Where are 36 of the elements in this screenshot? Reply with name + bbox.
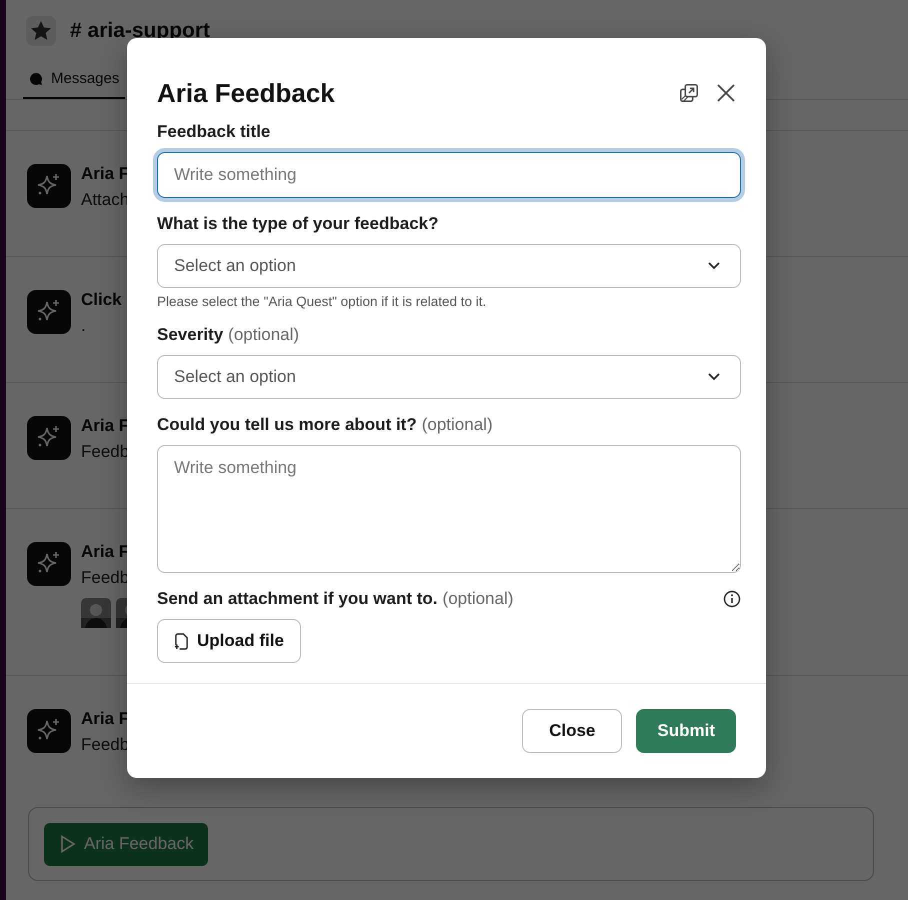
optional-label: (optional) [422, 415, 494, 435]
play-icon [60, 835, 76, 853]
channel-icon [26, 16, 56, 46]
close-button[interactable]: Close [522, 709, 622, 753]
optional-label: (optional) [228, 325, 300, 345]
sender-name: Click [81, 290, 122, 310]
select-dropdown[interactable]: Select an option [157, 244, 741, 288]
details-text-area[interactable]: Write something [157, 445, 741, 573]
message-text: . [81, 316, 87, 336]
title-input-field[interactable]: Write something [157, 152, 741, 198]
channel-name: # aria-support [70, 19, 210, 43]
file-upload-icon [174, 632, 189, 650]
pop-out-icon[interactable] [678, 82, 700, 104]
select-dropdown[interactable]: Select an option [157, 355, 741, 399]
field-label: Could you tell us more about it? [157, 415, 417, 435]
chevron-down-icon [708, 262, 720, 270]
messages-tab[interactable]: Messages [23, 62, 126, 99]
message-text: Attach [81, 190, 130, 210]
info-icon[interactable] [723, 590, 741, 608]
sparkle-app-icon [27, 164, 71, 208]
close-icon[interactable] [716, 83, 736, 103]
chevron-down-icon [708, 373, 720, 381]
chat-bubble-icon [29, 72, 43, 86]
upload-file-button[interactable]: Upload file [157, 619, 301, 663]
field-label: Feedback title [157, 122, 270, 142]
dialog-title: Aria Feedback [157, 78, 336, 108]
submit-button[interactable]: Submit [636, 709, 736, 753]
optional-label: (optional) [442, 589, 514, 609]
field-hint: Please select the "Aria Quest" option if it is related to it. [157, 294, 488, 309]
field-label: Send an attachment if you want to. [157, 589, 438, 609]
field-label: What is the type of your feedback? [157, 214, 438, 234]
sparkle-app-icon [27, 416, 71, 460]
sparkle-app-icon [27, 290, 71, 334]
sparkle-app-icon [27, 542, 71, 586]
field-label: Severity [157, 325, 224, 345]
sparkle-app-icon [27, 709, 71, 753]
